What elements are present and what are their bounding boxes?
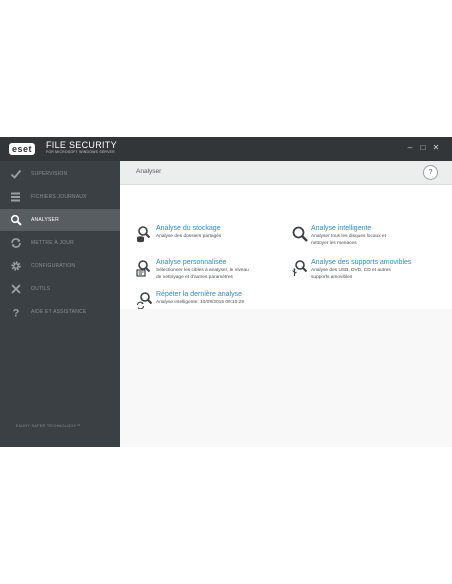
sidebar-item-fichiers-journaux[interactable]: FICHIERS JOURNAUX (0, 186, 120, 208)
action-description-line: de nettoyage et d'autres paramètres (156, 274, 233, 280)
sidebar-item-mettre-a-jour[interactable]: METTRE À JOUR (0, 232, 120, 254)
action-description-line: Analyse des dossiers partagés (156, 234, 222, 239)
sidebar-item-label: SUPERVISION (31, 171, 68, 177)
action-description-line: Sélectionner les cibles à analyser, le n… (156, 268, 249, 273)
sidebar-item-configuration[interactable]: CONFIGURATION (0, 255, 120, 277)
product-name: FILE SECURITY (46, 140, 117, 150)
minimize-button[interactable]: – (404, 142, 416, 154)
tools-icon (9, 282, 23, 296)
action-description: Analyse des dossiers partagés (156, 234, 221, 241)
action-description: Analyser tous les disques locaux et nett… (311, 234, 386, 247)
maximize-button[interactable]: □ (417, 142, 429, 154)
sidebar-item-supervision[interactable]: SUPERVISION (0, 163, 120, 185)
sidebar-item-outils[interactable]: OUTILS (0, 278, 120, 300)
storage-scan-icon (136, 225, 154, 243)
main-panel: Analyser ? Analyse du stockage Analyse d… (120, 161, 452, 447)
product-title: FILE SECURITY FOR MICROSOFT WINDOWS SERV… (46, 140, 117, 155)
sidebar-item-label: CONFIGURATION (31, 263, 76, 269)
scan-actions: Analyse du stockage Analyse des dossiers… (120, 185, 452, 310)
action-description-line: supports amovibles (311, 274, 353, 280)
custom-scan-icon (136, 259, 154, 277)
sidebar-item-analyser[interactable]: ANALYSER (0, 209, 120, 231)
action-title[interactable]: Analyse du stockage (156, 225, 221, 232)
action-description: Sélectionner les cibles à analyser, le n… (156, 268, 249, 281)
sidebar: SUPERVISION FICHIERS JOURNAUX ANALYSER M… (0, 161, 120, 447)
action-title[interactable]: Analyse personnalisée (156, 259, 226, 266)
repeat-scan-icon (136, 291, 154, 310)
page-title: Analyser (136, 168, 162, 175)
product-subtitle: FOR MICROSOFT WINDOWS SERVER (46, 150, 115, 154)
app-window: eset FILE SECURITY FOR MICROSOFT WINDOWS… (0, 137, 452, 447)
action-title[interactable]: Répéter la dernière analyse (156, 291, 242, 298)
smart-scan-icon (291, 225, 309, 243)
eset-logo: eset (9, 142, 36, 155)
close-button[interactable]: ✕ (430, 142, 442, 154)
action-description-line: nettoyer les menaces (311, 240, 357, 246)
sidebar-item-label: METTRE À JOUR (31, 240, 74, 246)
removable-media-scan-icon (291, 259, 309, 277)
svg-text:?: ? (13, 308, 20, 319)
sidebar-item-aide-et-assistance[interactable]: ? AIDE ET ASSISTANCE (0, 301, 120, 323)
search-icon (9, 213, 23, 227)
action-title[interactable]: Analyse intelligente (311, 225, 371, 232)
question-icon: ? (9, 305, 23, 319)
sidebar-item-label: FICHIERS JOURNAUX (31, 194, 87, 200)
empty-content-area (120, 309, 452, 447)
action-description: Analyse des USB, DVD, CD et autres suppo… (311, 268, 391, 281)
sidebar-item-label: ANALYSER (31, 217, 59, 223)
action-description-line: Analyse des USB, DVD, CD et autres (311, 268, 391, 273)
sidebar-item-label: OUTILS (31, 286, 51, 292)
action-title[interactable]: Analyse des supports amovibles (311, 259, 411, 266)
gear-icon (9, 259, 23, 273)
sidebar-item-label: AIDE ET ASSISTANCE (31, 309, 87, 315)
help-button[interactable]: ? (423, 165, 438, 180)
sidebar-tagline: ENJOY SAFER TECHNOLOGY™ (16, 424, 81, 428)
action-description-line: Analyse intelligente: 10/09/2015 09:10:2… (156, 300, 245, 305)
log-files-icon (9, 190, 23, 204)
refresh-icon (9, 236, 23, 250)
checkmark-icon (9, 167, 23, 181)
action-description-line: Analyser tous les disques locaux et (311, 234, 386, 239)
action-description: Analyse intelligente: 10/09/2015 09:10:2… (156, 300, 244, 307)
eset-logo-mark: eset (9, 142, 36, 155)
main-header: Analyser ? (120, 161, 452, 185)
title-bar: eset FILE SECURITY FOR MICROSOFT WINDOWS… (0, 137, 452, 161)
